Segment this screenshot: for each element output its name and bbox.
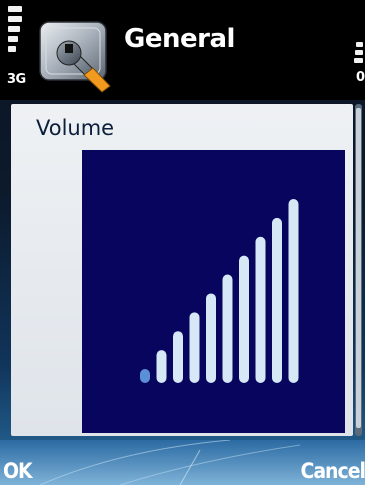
page-title: General xyxy=(124,24,235,54)
volume-level-bar-2 xyxy=(156,350,167,383)
volume-level-bar-9 xyxy=(272,217,282,383)
volume-level-bar-7 xyxy=(239,255,249,383)
volume-panel: Volume xyxy=(11,104,353,436)
ok-softkey[interactable]: OK xyxy=(3,459,33,483)
screen: 3G General 0 Volume OK Cancel xyxy=(0,0,365,485)
volume-level-bar-4 xyxy=(189,312,200,383)
scrollbar[interactable] xyxy=(355,104,362,436)
volume-level-bar-8 xyxy=(255,236,266,383)
volume-level-bar-6 xyxy=(222,274,233,383)
signal-strength-icon xyxy=(8,6,26,68)
network-type: 3G xyxy=(7,72,26,87)
softkey-bar: OK Cancel xyxy=(0,440,365,485)
volume-slider[interactable] xyxy=(82,150,345,433)
volume-level-bar-10 xyxy=(288,199,299,383)
settings-wrench-icon xyxy=(36,20,118,96)
volume-level-bar-3 xyxy=(173,331,183,383)
status-bar: 3G General 0 xyxy=(0,0,365,100)
volume-label: Volume xyxy=(36,116,115,140)
battery-label: 0 xyxy=(355,70,365,85)
scrollbar-thumb[interactable] xyxy=(356,108,361,428)
volume-level-bar-5 xyxy=(206,293,216,383)
volume-level-bar-1 xyxy=(140,369,150,383)
cancel-softkey[interactable]: Cancel xyxy=(300,459,365,483)
